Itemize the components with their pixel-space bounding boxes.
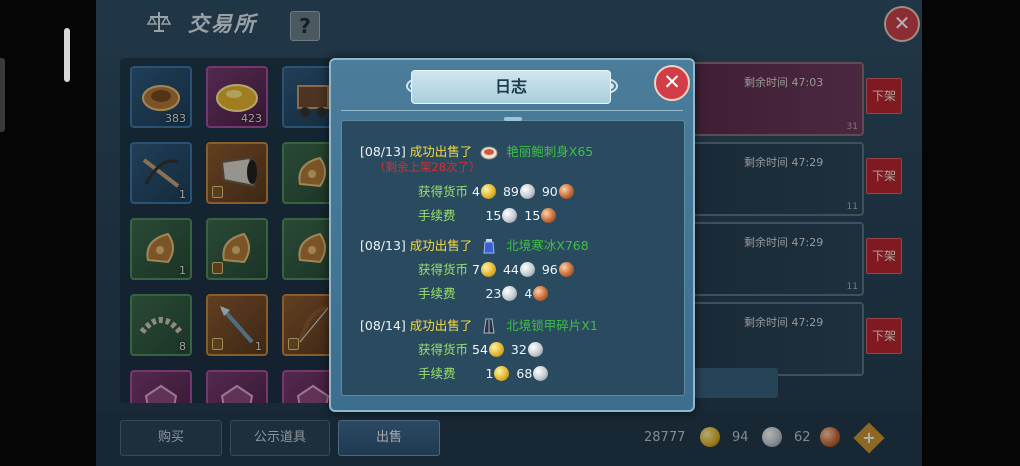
log-action: 成功出售了 — [409, 144, 473, 159]
income-silver: 89 — [502, 184, 519, 199]
silver-coin-icon — [519, 262, 535, 277]
dialog-title: 日志 — [494, 77, 527, 96]
dialog-close-button[interactable]: ✕ — [654, 65, 690, 101]
dialog-header: 日志 — [411, 70, 611, 104]
fee-label: 手续费 — [418, 366, 456, 381]
income-copper: 96 — [541, 262, 558, 277]
silver-coin-icon — [527, 342, 543, 357]
log-item-name: 艳丽鲍刺身X65 — [506, 144, 594, 159]
fee-gold: 1 — [485, 366, 494, 381]
phone-edge-notch — [0, 58, 5, 132]
fee-copper: 4 — [524, 286, 533, 301]
income-silver: 44 — [502, 262, 519, 277]
income-label: 获得货币 — [418, 342, 469, 357]
log-entry-3-income: 获得货币 54 32 — [418, 339, 546, 358]
silver-coin-icon — [502, 208, 518, 223]
income-label: 获得货币 — [418, 184, 469, 199]
log-entry-1-header: [08/13] 成功出售了 艳丽鲍刺身X65 — [360, 141, 593, 160]
log-item-name: 北境寒冰X768 — [506, 238, 589, 253]
log-entry-2-fee: 手续费 23 4 — [418, 283, 551, 302]
income-gold: 7 — [472, 262, 480, 277]
log-entry-3-header: [08/14] 成功出售了 北境锁甲碎片X1 — [360, 315, 598, 334]
log-entry-3-fee: 手续费 1 68 — [418, 363, 551, 382]
side-handle-pill[interactable] — [64, 28, 70, 82]
silver-coin-icon — [502, 286, 518, 301]
fee-label: 手续费 — [418, 286, 456, 301]
income-gold: 4 — [472, 184, 480, 199]
log-date: [08/14] — [360, 318, 406, 333]
silver-coin-icon — [519, 184, 535, 199]
gold-coin-icon — [494, 366, 510, 381]
fee-silver: 23 — [485, 286, 502, 301]
log-action: 成功出售了 — [409, 318, 473, 333]
gold-coin-icon — [488, 342, 504, 357]
scroll-indicator — [504, 117, 522, 121]
dark-robe-icon — [483, 318, 495, 334]
log-entry-1-income: 获得货币 4 89 90 — [418, 181, 577, 200]
meat-dish-icon — [480, 146, 498, 160]
log-warning: （剩余上架28次了） — [374, 160, 481, 174]
phone-right-bezel — [922, 0, 1020, 466]
fee-silver: 15 — [485, 208, 502, 223]
log-entry-2-header: [08/13] 成功出售了 北境寒冰X768 — [360, 235, 589, 254]
log-date: [08/13] — [360, 144, 406, 159]
copper-coin-icon — [558, 262, 574, 277]
silver-coin-icon — [533, 366, 549, 381]
income-gold: 54 — [472, 342, 488, 357]
gold-coin-icon — [480, 262, 496, 277]
fee-label: 手续费 — [418, 208, 456, 223]
income-label: 获得货币 — [418, 262, 469, 277]
phone-left-bezel — [0, 0, 96, 466]
income-silver: 32 — [510, 342, 527, 357]
log-list[interactable]: [08/13] 成功出售了 艳丽鲍刺身X65 （剩余上架28次了） 获得货币 4… — [341, 117, 685, 396]
copper-coin-icon — [541, 208, 557, 223]
log-entry-2-income: 获得货币 7 44 96 — [418, 259, 577, 278]
copper-coin-icon — [558, 184, 574, 199]
fee-copper: 15 — [524, 208, 541, 223]
log-action: 成功出售了 — [409, 238, 473, 253]
fee-silver: 68 — [516, 366, 533, 381]
income-copper: 90 — [541, 184, 558, 199]
gold-coin-icon — [480, 184, 496, 199]
header-divider — [341, 110, 683, 111]
blue-bottle-icon — [483, 239, 495, 254]
log-dialog: 日志 ✕ [08/13] 成功出售了 艳丽鲍刺身X65 （剩余上架28次了） 获… — [329, 58, 695, 412]
log-entry-1-fee: 手续费 15 15 — [418, 205, 559, 224]
copper-coin-icon — [533, 286, 549, 301]
log-date: [08/13] — [360, 238, 406, 253]
log-item-name: 北境锁甲碎片X1 — [506, 318, 598, 333]
